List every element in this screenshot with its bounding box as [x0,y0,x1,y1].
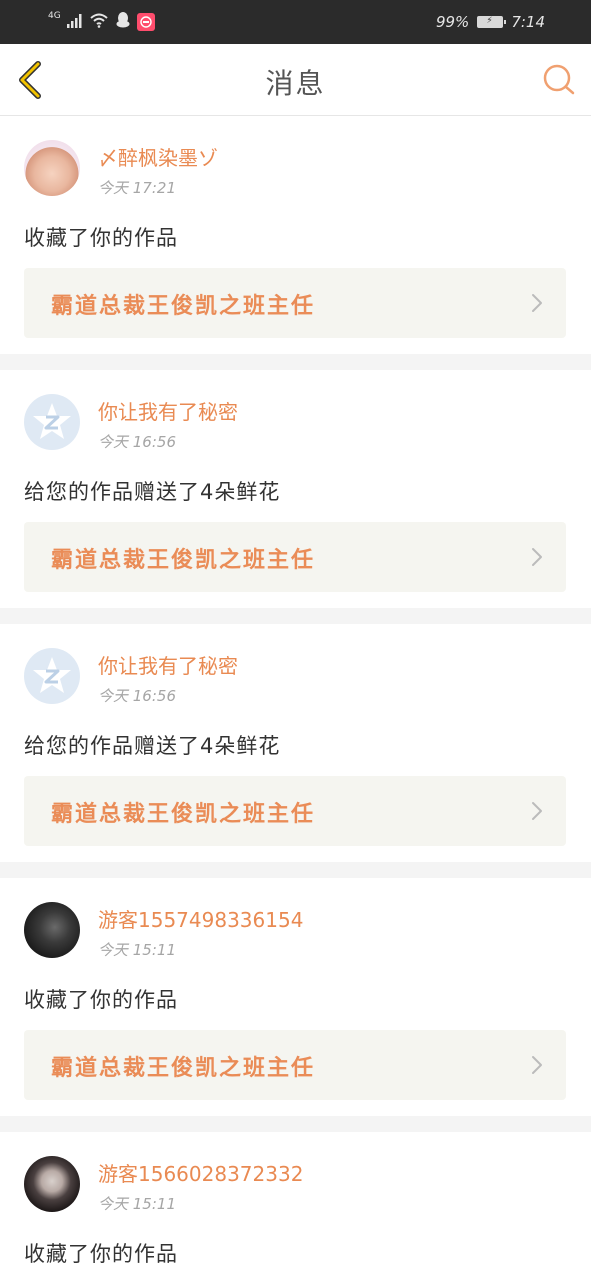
clock: 7:14 [511,13,545,31]
signal-icon [66,13,83,32]
work-title: 霸道总裁王俊凯之班主任 [51,294,316,319]
avatar[interactable] [24,648,80,704]
timestamp: 今天 16:56 [98,433,176,451]
username[interactable]: 你让我有了秘密 [98,650,238,679]
avatar[interactable] [24,140,80,196]
message-card: 游客1566028372332 今天 15:11 收藏了你的作品 [0,1132,591,1280]
action-text: 收藏了你的作品 [24,1242,178,1266]
default-avatar-icon [33,403,71,439]
work-link[interactable]: 霸道总裁王俊凯之班主任 [24,268,566,338]
action-text: 收藏了你的作品 [24,226,178,250]
username[interactable]: 游客1557498336154 [98,904,303,933]
search-button[interactable] [539,60,579,100]
work-link[interactable]: 霸道总裁王俊凯之班主任 [24,776,566,846]
battery-icon: ⚡ [477,16,507,28]
chevron-right-icon [532,802,542,820]
battery-percent: 99% [435,13,470,31]
nav-bar: 消息 [0,44,591,116]
default-avatar-icon [33,657,71,693]
username[interactable]: 〆醉枫染墨ゾ [98,142,218,171]
chevron-right-icon [532,548,542,566]
work-title: 霸道总裁王俊凯之班主任 [51,1056,316,1081]
qq-icon [115,11,131,33]
timestamp: 今天 16:56 [98,687,176,705]
wifi-icon [89,12,109,32]
username[interactable]: 你让我有了秘密 [98,396,238,425]
action-text: 给您的作品赠送了4朵鲜花 [24,734,281,758]
search-icon [543,64,575,95]
message-card: 游客1557498336154 今天 15:11 收藏了你的作品 霸道总裁王俊凯… [0,878,591,1116]
page-title: 消息 [265,67,326,100]
avatar[interactable] [24,1156,80,1212]
work-link[interactable]: 霸道总裁王俊凯之班主任 [24,1030,566,1100]
timestamp: 今天 15:11 [98,1195,176,1213]
timestamp: 今天 15:11 [98,941,176,959]
status-left: 4G [48,10,155,34]
action-text: 给您的作品赠送了4朵鲜花 [24,480,281,504]
status-bar: 4G 99% ⚡ 7:14 [0,0,591,44]
timestamp: 今天 17:21 [98,179,176,197]
message-card: 你让我有了秘密 今天 16:56 给您的作品赠送了4朵鲜花 霸道总裁王俊凯之班主… [0,370,591,608]
network-type: 4G [48,11,61,21]
chevron-right-icon [532,1056,542,1074]
work-title: 霸道总裁王俊凯之班主任 [51,548,316,573]
avatar[interactable] [24,394,80,450]
message-card: 〆醉枫染墨ゾ 今天 17:21 收藏了你的作品 霸道总裁王俊凯之班主任 [0,116,591,354]
message-card: 你让我有了秘密 今天 16:56 给您的作品赠送了4朵鲜花 霸道总裁王俊凯之班主… [0,624,591,862]
work-link[interactable]: 霸道总裁王俊凯之班主任 [24,522,566,592]
chevron-right-icon [532,294,542,312]
action-text: 收藏了你的作品 [24,988,178,1012]
app-icon [136,13,155,31]
status-right: 99% ⚡ 7:14 [436,10,545,34]
username[interactable]: 游客1566028372332 [98,1158,303,1187]
avatar[interactable] [24,902,80,958]
work-title: 霸道总裁王俊凯之班主任 [51,802,316,827]
